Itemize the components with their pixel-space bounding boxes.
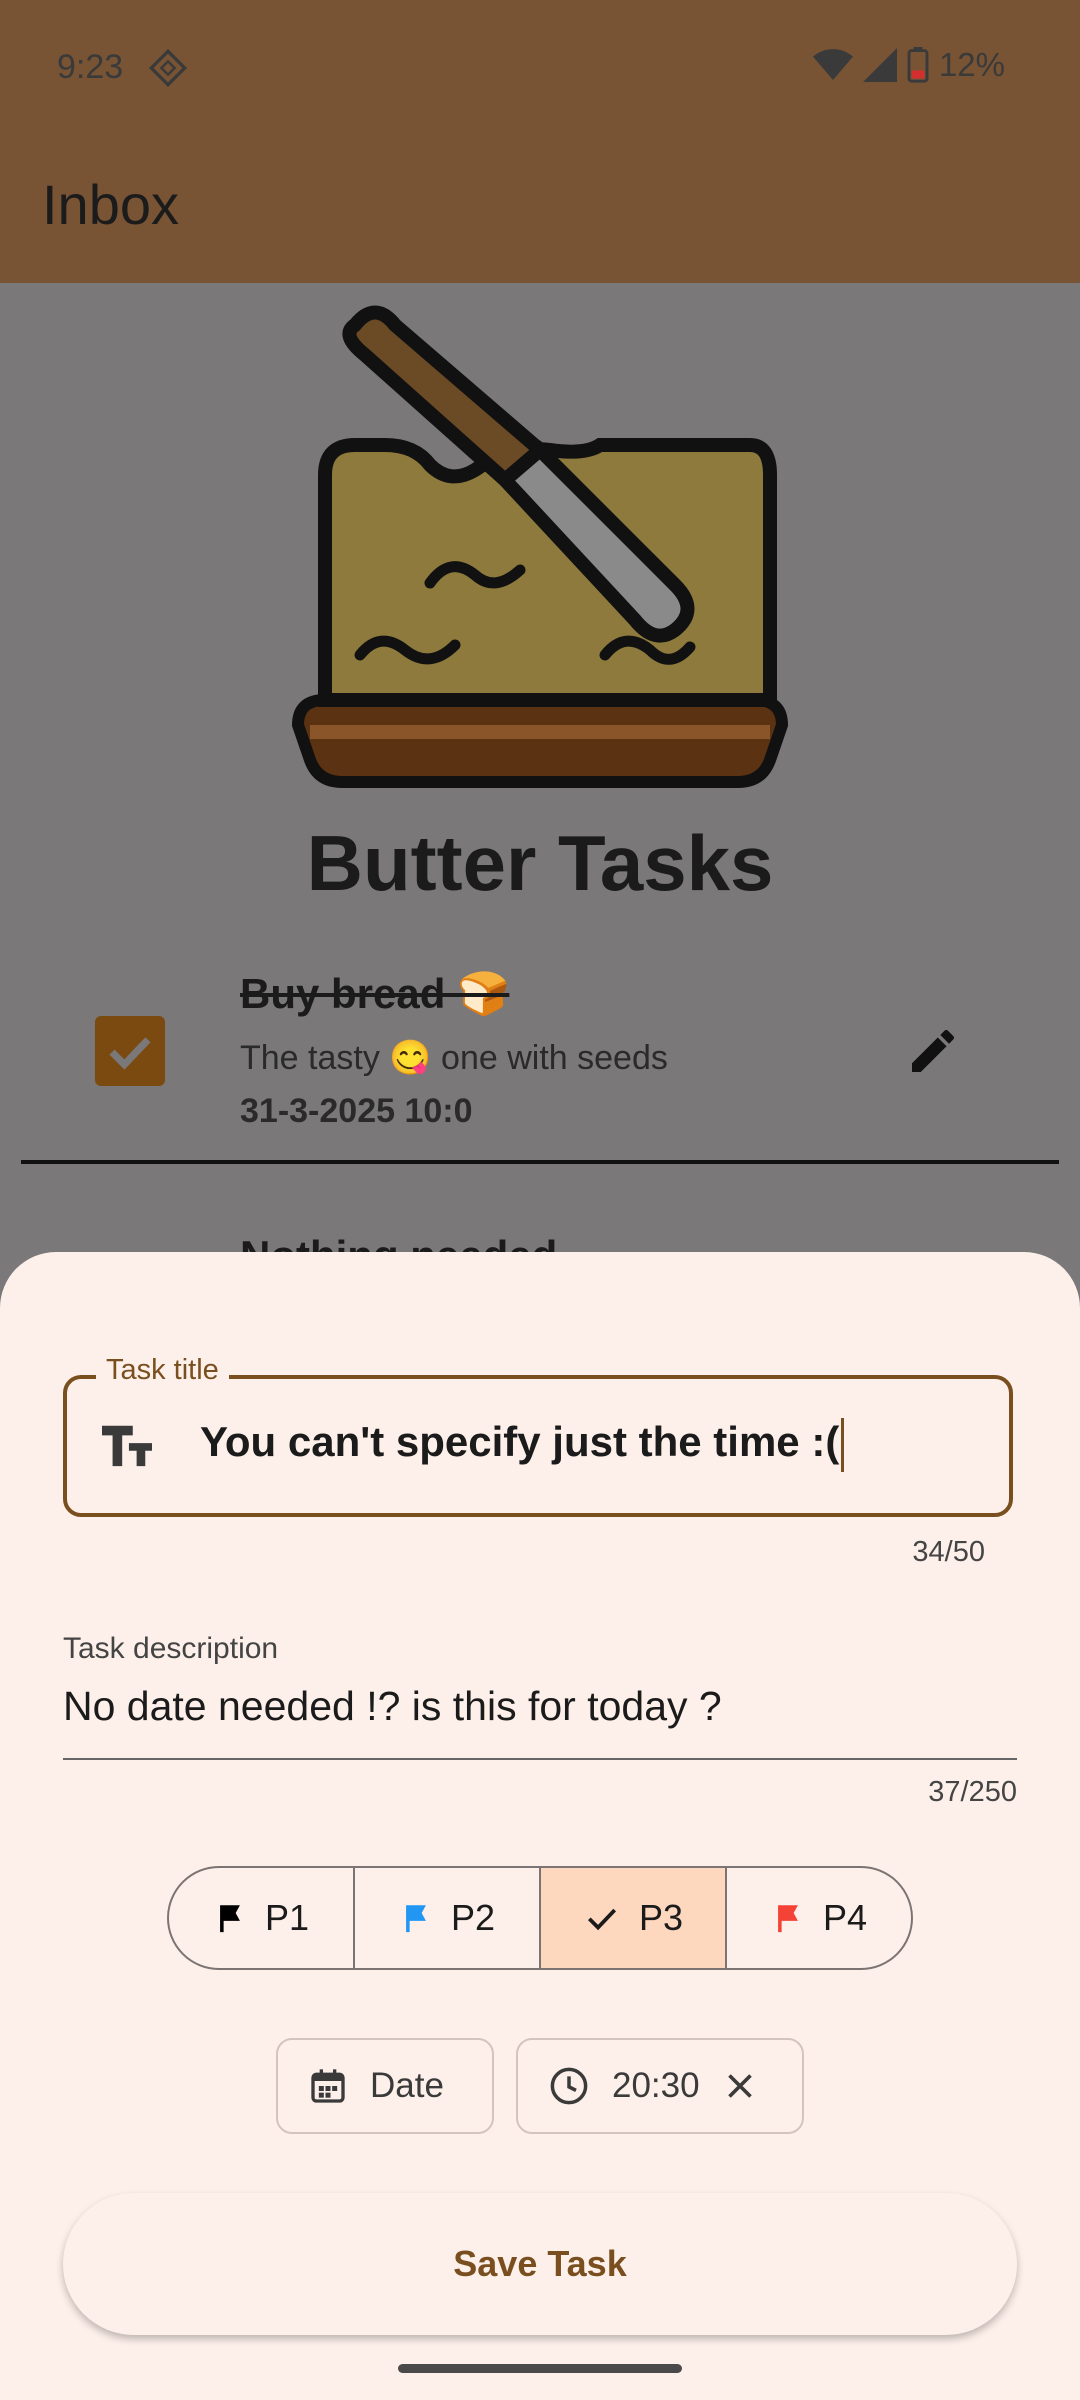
description-char-counter: 37/250 <box>928 1776 1017 1808</box>
flag-icon <box>220 1905 240 1933</box>
wifi-icon <box>812 49 853 80</box>
brand-name: Butter Tasks <box>306 819 774 907</box>
calendar-icon <box>311 2069 345 2103</box>
list-divider <box>21 1160 1059 1164</box>
edit-icon[interactable] <box>905 1023 961 1079</box>
home-indicator[interactable] <box>398 2364 682 2373</box>
status-bar: 9:23 12% <box>0 0 1080 135</box>
task-description: The tasty 😋 one with seeds <box>240 1039 668 1077</box>
task-title[interactable]: Buy bread 🍞 <box>240 970 509 1019</box>
priority-label: P3 <box>638 1897 684 1938</box>
battery-low-icon <box>907 47 929 83</box>
priority-selector: P1 P2 P3 P4 <box>167 1866 913 1970</box>
priority-label: P4 <box>822 1897 868 1938</box>
flag-icon <box>406 1905 426 1933</box>
priority-label: P1 <box>264 1897 310 1938</box>
battery-percent: 12% <box>938 46 1005 83</box>
task-title-value: You can't specify just the time :( <box>200 1418 840 1466</box>
time-chip-label: 20:30 <box>612 2066 700 2105</box>
priority-p1-button[interactable]: P1 <box>169 1868 355 1968</box>
date-chip-label: Date <box>370 2066 444 2105</box>
title-char-counter: 34/50 <box>912 1536 985 1568</box>
task-due-date: 31-3-2025 10:0 <box>240 1092 473 1130</box>
save-task-button[interactable]: Save Task <box>63 2193 1017 2335</box>
close-icon[interactable] <box>722 2068 758 2104</box>
flag-icon <box>778 1905 798 1933</box>
check-icon <box>109 1037 151 1070</box>
clock-icon <box>550 2067 588 2105</box>
priority-p3-button[interactable]: P3 <box>541 1868 727 1968</box>
signal-icon <box>862 48 897 82</box>
task-title-label: Task title <box>96 1354 229 1387</box>
priority-label: P2 <box>450 1897 496 1938</box>
task-description-input[interactable]: No date needed !? is this for today ? <box>63 1683 722 1730</box>
task-title-input[interactable]: You can't specify just the time :( <box>200 1418 845 1472</box>
page-title: Inbox <box>42 173 179 236</box>
task-description-label: Task description <box>63 1632 279 1665</box>
text-size-icon <box>102 1425 152 1467</box>
priority-p2-button[interactable]: P2 <box>355 1868 541 1968</box>
date-chip[interactable]: Date <box>276 2038 494 2134</box>
butter-knife-logo <box>291 305 789 788</box>
check-icon <box>587 1908 617 1931</box>
status-right: 12% <box>812 46 1005 84</box>
description-underline <box>63 1758 1017 1760</box>
dnd-icon <box>148 48 188 88</box>
time-chip[interactable]: 20:30 <box>516 2038 804 2134</box>
status-time: 9:23 <box>57 48 124 86</box>
priority-p4-button[interactable]: P4 <box>727 1868 911 1968</box>
text-caret <box>841 1418 845 1472</box>
task-checkbox[interactable] <box>95 1016 165 1086</box>
